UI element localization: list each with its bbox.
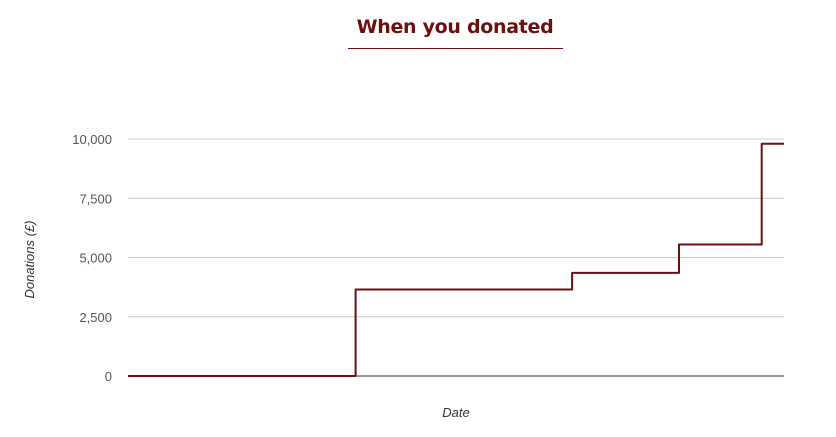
- x-axis-title: Date: [442, 405, 469, 420]
- donations-chart: 0 2,500 5,000 7,500 10,000 Date Donations (£…: [22, 132, 784, 420]
- y-tick-label: 7,500: [79, 191, 112, 206]
- y-tick-label: 5,000: [79, 251, 112, 266]
- series-line-group: [128, 142, 784, 377]
- y-axis-title: Donations (£): [22, 220, 37, 298]
- y-tick-label: 10,000: [72, 132, 112, 147]
- y-tick-labels: 0 2,500 5,000 7,500 10,000: [72, 132, 112, 384]
- series-line: [128, 142, 784, 377]
- gridlines: [128, 138, 784, 377]
- y-tick-label: 2,500: [79, 310, 112, 325]
- y-tick-label: 0: [105, 369, 112, 384]
